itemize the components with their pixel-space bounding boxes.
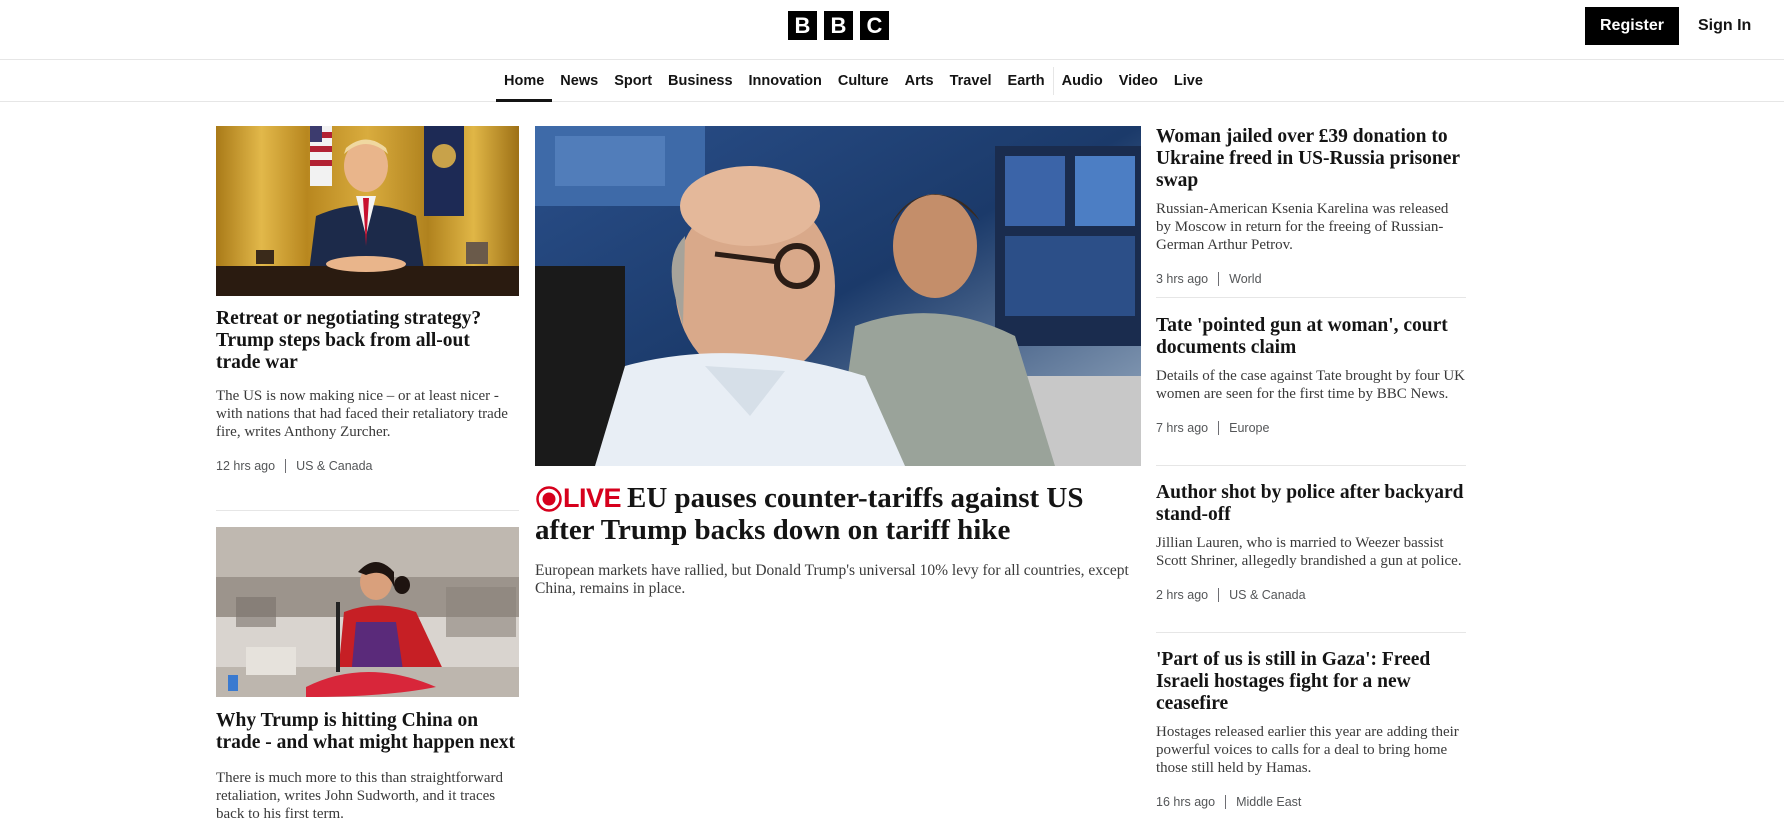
nav-item-travel[interactable]: Travel bbox=[942, 61, 1000, 101]
right-story-2-time: 7 hrs ago bbox=[1156, 421, 1209, 435]
logo-letter-c: C bbox=[860, 11, 889, 40]
nav-list: Home News Sport Business Innovation Cult… bbox=[496, 61, 1211, 102]
right-story-3-headline[interactable]: Author shot by police after backyard sta… bbox=[1156, 482, 1466, 526]
nav-item-arts[interactable]: Arts bbox=[897, 61, 942, 101]
nav-item-home[interactable]: Home bbox=[496, 61, 553, 102]
right-divider-3 bbox=[1156, 632, 1466, 633]
right-story-4-headline[interactable]: 'Part of us is still in Gaza': Freed Isr… bbox=[1156, 649, 1466, 715]
nav-item-innovation[interactable]: Innovation bbox=[741, 61, 830, 101]
left-story-1-time: 12 hrs ago bbox=[216, 459, 276, 473]
live-indicator: LIVE bbox=[535, 482, 622, 514]
right-story-2-section[interactable]: Europe bbox=[1229, 421, 1269, 435]
right-story-4-meta: 16 hrs ago Middle East bbox=[1156, 795, 1466, 809]
traders-image[interactable] bbox=[535, 126, 1141, 466]
bbc-logo[interactable]: B B C bbox=[788, 11, 889, 40]
meta-separator bbox=[285, 459, 287, 473]
right-story-3-meta: 2 hrs ago US & Canada bbox=[1156, 588, 1466, 602]
nav-item-earth[interactable]: Earth bbox=[1000, 61, 1053, 101]
right-story-4-section[interactable]: Middle East bbox=[1236, 795, 1301, 809]
right-story-1-summary: Russian-American Ksenia Karelina was rel… bbox=[1156, 201, 1449, 253]
nav-item-sport[interactable]: Sport bbox=[606, 61, 660, 101]
trump-oval-office-image[interactable] bbox=[216, 126, 519, 296]
nav-item-culture[interactable]: Culture bbox=[830, 61, 897, 101]
live-label: LIVE bbox=[563, 483, 622, 513]
lead-story-headline[interactable]: LIVE EU pauses counter-tariffs against U… bbox=[535, 482, 1141, 546]
left-story-2-headline[interactable]: Why Trump is hitting China on trade - an… bbox=[216, 710, 519, 754]
lead-story-summary: European markets have rallied, but Donal… bbox=[535, 562, 1129, 597]
right-story-2: Tate 'pointed gun at woman', court docum… bbox=[1156, 315, 1466, 435]
right-story-1-section[interactable]: World bbox=[1229, 272, 1261, 286]
right-story-3-summary: Jillian Lauren, who is married to Weezer… bbox=[1156, 535, 1462, 569]
logo-letter-b1: B bbox=[788, 11, 817, 40]
right-story-1-meta: 3 hrs ago World bbox=[1156, 272, 1466, 286]
live-dot-icon bbox=[536, 486, 562, 512]
lead-story: LIVE EU pauses counter-tariffs against U… bbox=[535, 482, 1141, 598]
nav-item-video[interactable]: Video bbox=[1111, 61, 1166, 101]
right-story-3-section[interactable]: US & Canada bbox=[1229, 588, 1305, 602]
main-navigation: Home News Sport Business Innovation Cult… bbox=[0, 61, 1784, 102]
right-story-3-time: 2 hrs ago bbox=[1156, 588, 1209, 602]
logo-letter-b2: B bbox=[824, 11, 853, 40]
right-divider-2 bbox=[1156, 465, 1466, 466]
right-story-1-headline[interactable]: Woman jailed over £39 donation to Ukrain… bbox=[1156, 126, 1466, 192]
nav-item-business[interactable]: Business bbox=[660, 61, 740, 101]
right-story-3: Author shot by police after backyard sta… bbox=[1156, 482, 1466, 602]
china-factory-photo bbox=[216, 527, 519, 697]
right-story-1: Woman jailed over £39 donation to Ukrain… bbox=[1156, 126, 1466, 286]
left-story-1: Retreat or negotiating strategy? Trump s… bbox=[216, 308, 519, 473]
stock-traders-photo bbox=[535, 126, 1141, 466]
right-story-2-meta: 7 hrs ago Europe bbox=[1156, 421, 1466, 435]
left-story-2: Why Trump is hitting China on trade - an… bbox=[216, 710, 519, 823]
left-story-1-meta: 12 hrs ago US & Canada bbox=[216, 459, 519, 473]
register-button[interactable]: Register bbox=[1585, 7, 1679, 45]
meta-separator bbox=[1218, 421, 1220, 435]
right-story-2-summary: Details of the case against Tate brought… bbox=[1156, 368, 1466, 402]
trump-oval-office-photo bbox=[216, 126, 519, 296]
nav-item-live[interactable]: Live bbox=[1166, 61, 1211, 101]
right-story-4: 'Part of us is still in Gaza': Freed Isr… bbox=[1156, 649, 1466, 809]
right-story-4-time: 16 hrs ago bbox=[1156, 795, 1216, 809]
sign-in-link[interactable]: Sign In bbox=[1698, 7, 1751, 45]
meta-separator bbox=[1225, 795, 1227, 809]
left-story-1-headline[interactable]: Retreat or negotiating strategy? Trump s… bbox=[216, 308, 519, 374]
china-factory-image[interactable] bbox=[216, 527, 519, 697]
right-divider-1 bbox=[1156, 297, 1466, 298]
meta-separator bbox=[1218, 588, 1220, 602]
nav-item-audio[interactable]: Audio bbox=[1054, 61, 1111, 101]
right-story-2-headline[interactable]: Tate 'pointed gun at woman', court docum… bbox=[1156, 315, 1466, 359]
meta-separator bbox=[1218, 272, 1220, 286]
nav-item-news[interactable]: News bbox=[552, 61, 606, 101]
left-story-1-summary: The US is now making nice – or at least … bbox=[216, 388, 508, 440]
right-story-1-time: 3 hrs ago bbox=[1156, 272, 1209, 286]
top-bar: B B C Register Sign In bbox=[0, 0, 1784, 60]
right-story-4-summary: Hostages released earlier this year are … bbox=[1156, 724, 1459, 776]
left-story-1-section[interactable]: US & Canada bbox=[296, 459, 372, 473]
left-story-2-summary: There is much more to this than straight… bbox=[216, 770, 504, 822]
left-divider bbox=[216, 510, 519, 511]
